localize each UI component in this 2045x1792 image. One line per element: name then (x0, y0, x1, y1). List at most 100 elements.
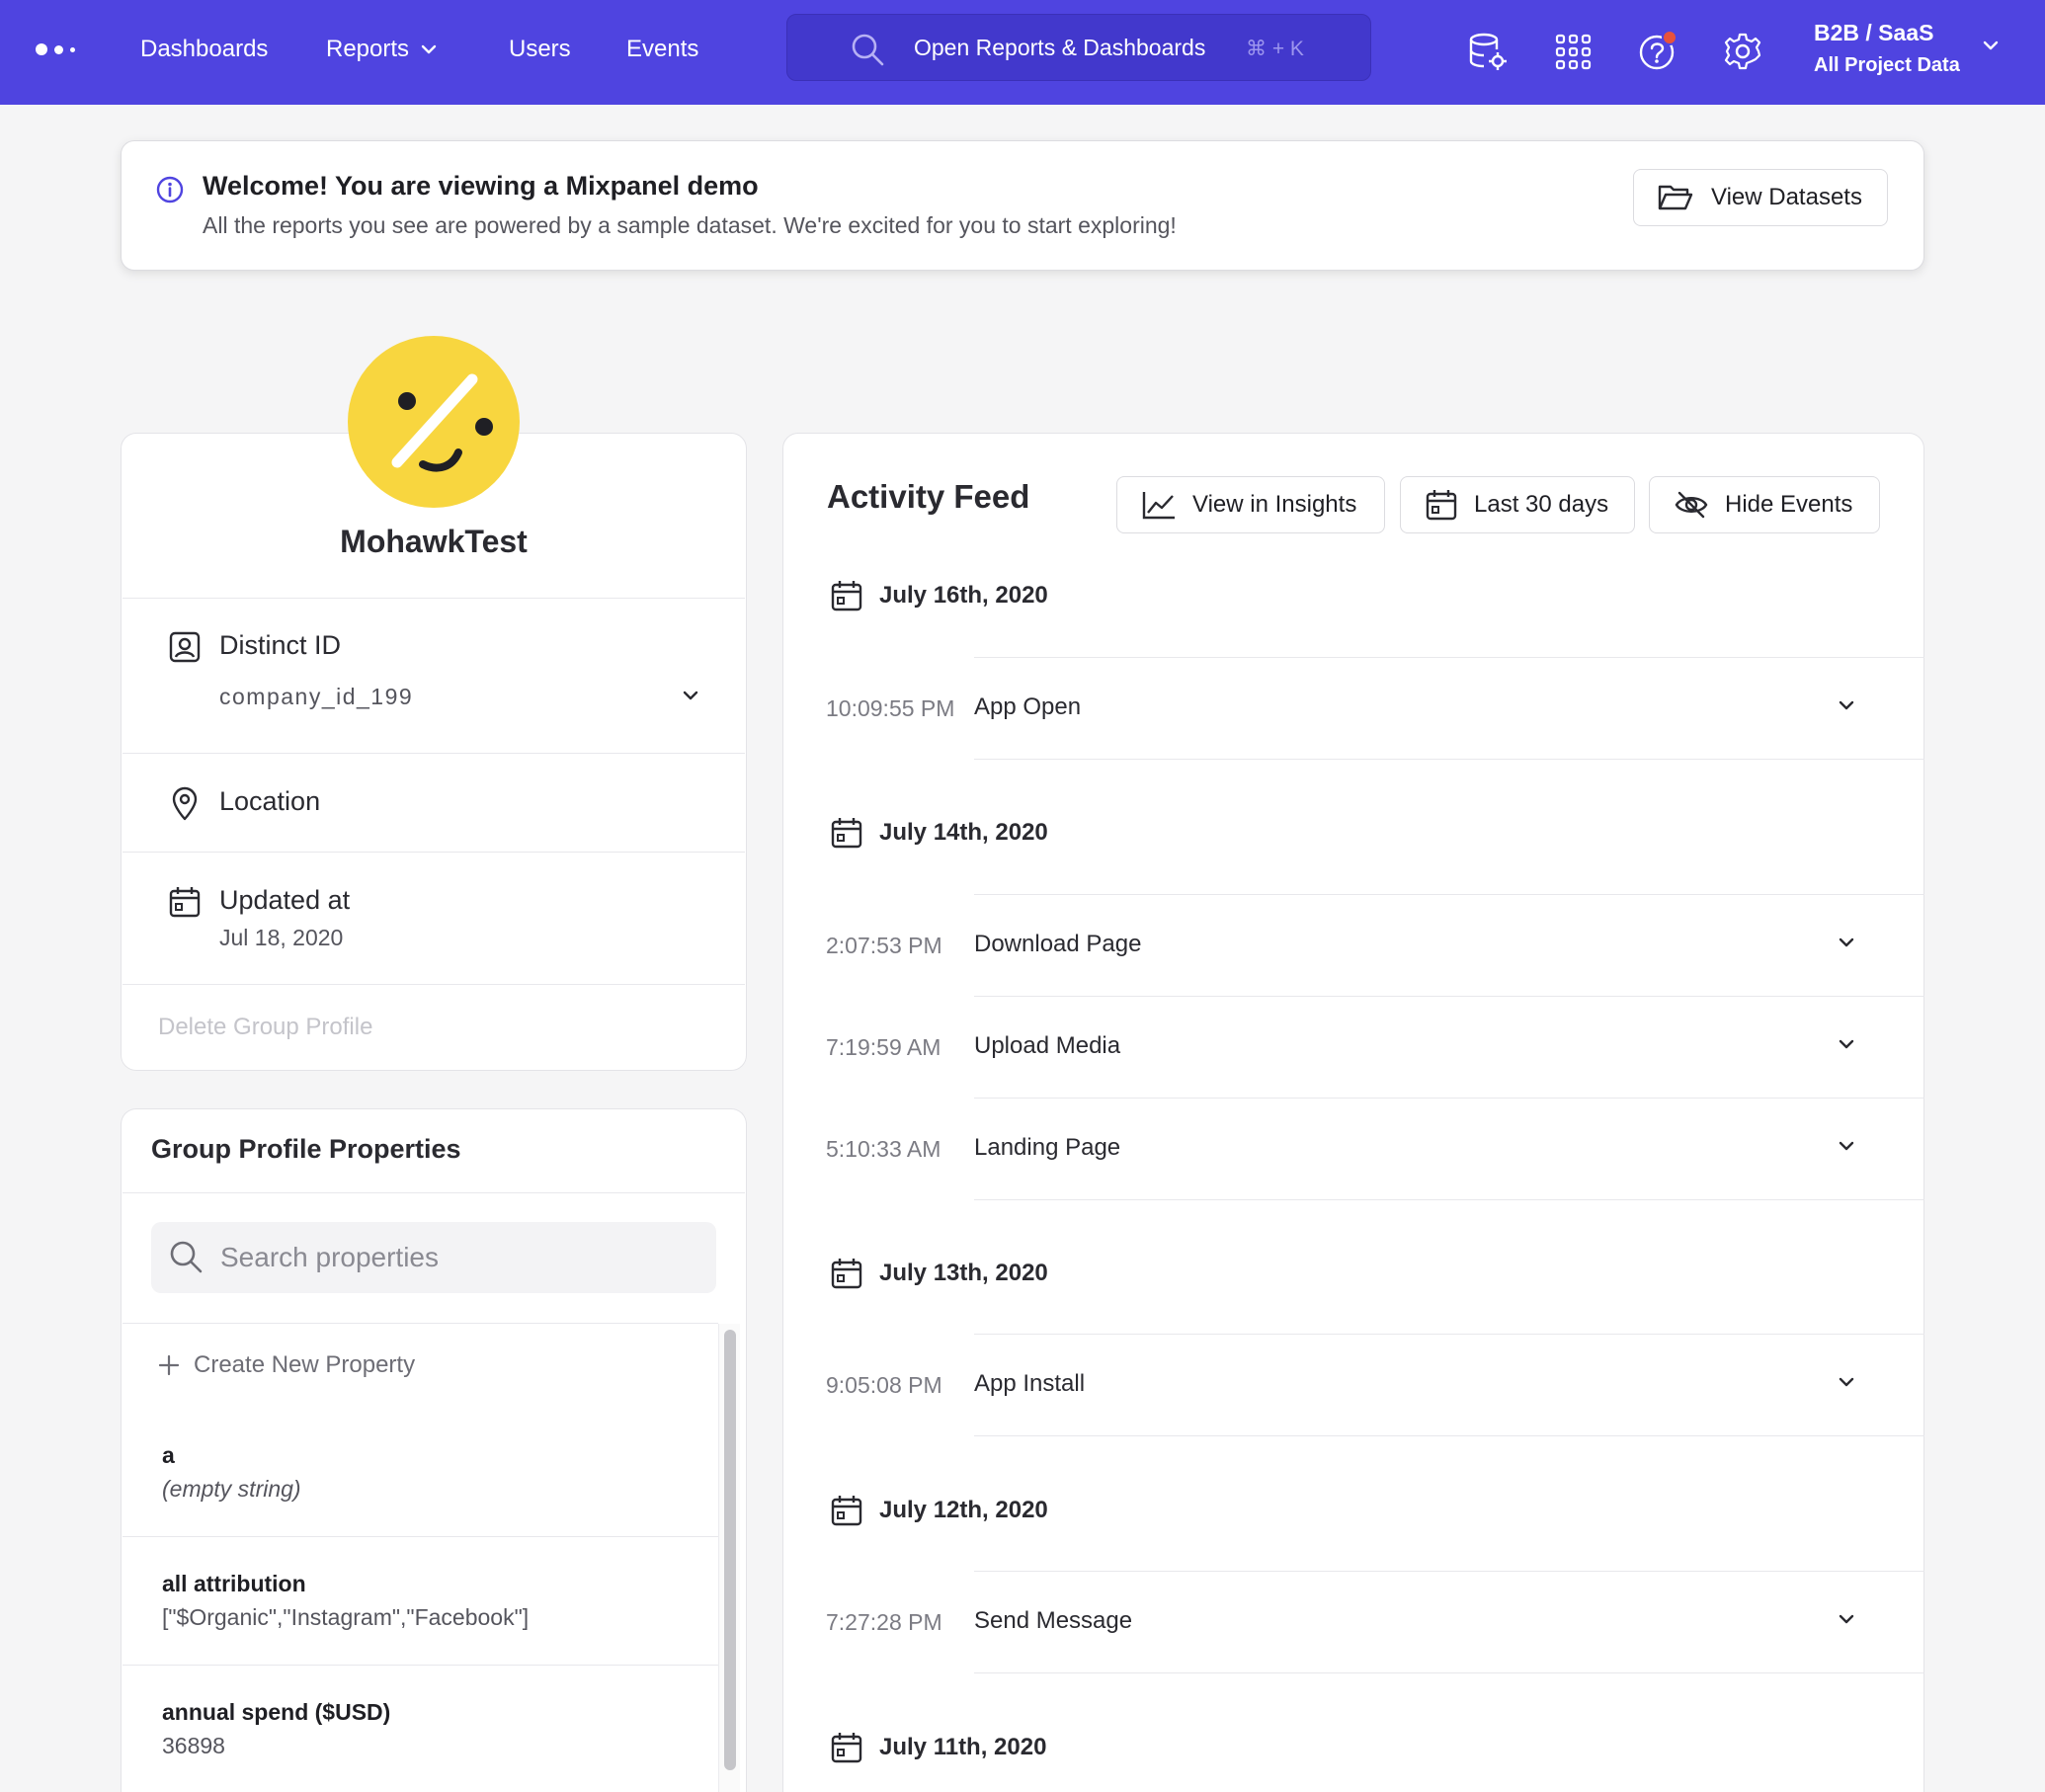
event-row[interactable]: 10:09:55 PM App Open (826, 680, 1924, 739)
chevron-down-icon[interactable] (1838, 699, 1855, 711)
eye-off-icon (1675, 491, 1708, 519)
activity-feed-card (782, 433, 1924, 1792)
top-navigation-bar: Dashboards Reports Users Events Open Rep… (0, 0, 2045, 105)
event-time: 9:05:08 PM (826, 1372, 942, 1398)
event-row[interactable]: 5:10:33 AM Landing Page (826, 1120, 1924, 1180)
calendar-icon (831, 1733, 862, 1763)
properties-title: Group Profile Properties (151, 1134, 461, 1164)
calendar-icon (831, 818, 862, 849)
banner-title: Welcome! You are viewing a Mixpanel demo (203, 171, 759, 201)
chevron-down-icon[interactable] (1838, 1140, 1855, 1152)
divider (123, 984, 745, 985)
event-name: Download Page (974, 931, 1142, 957)
line-chart-icon (1142, 492, 1175, 520)
user-id-icon (169, 631, 201, 663)
event-time: 7:19:59 AM (826, 1034, 941, 1060)
date-range-label: Last 30 days (1474, 491, 1609, 518)
event-time: 2:07:53 PM (826, 933, 942, 958)
delete-group-profile-button[interactable]: Delete Group Profile (158, 1014, 372, 1041)
event-name: Send Message (974, 1607, 1133, 1634)
divider (974, 1435, 1924, 1436)
search-properties-input[interactable] (151, 1222, 716, 1293)
date-range-button[interactable]: Last 30 days (1400, 476, 1635, 533)
divider (974, 894, 1924, 895)
divider (974, 1571, 1924, 1572)
event-time: 10:09:55 PM (826, 695, 955, 721)
divider (974, 1672, 1924, 1673)
group-profile-properties-card (121, 1108, 747, 1792)
updated-at-label: Updated at (219, 885, 351, 915)
help-icon[interactable] (1636, 30, 1679, 73)
event-row[interactable]: 2:07:53 PM Download Page (826, 917, 1924, 976)
chevron-down-icon[interactable] (682, 690, 699, 701)
chevron-down-icon[interactable] (1982, 40, 2000, 51)
chevron-down-icon[interactable] (1838, 1613, 1855, 1625)
property-name: a (162, 1442, 175, 1468)
event-row[interactable]: 9:05:08 PM App Install (826, 1356, 1924, 1416)
nav-events[interactable]: Events (626, 36, 698, 63)
divider (123, 1192, 745, 1193)
apps-grid-icon[interactable] (1551, 30, 1595, 73)
create-new-property-label: Create New Property (194, 1351, 416, 1378)
property-name: annual spend ($USD) (162, 1699, 391, 1725)
divider (123, 852, 745, 853)
nav-events-label: Events (626, 36, 699, 62)
divider (123, 753, 745, 754)
gear-icon[interactable] (1721, 30, 1764, 73)
nav-reports-label: Reports (326, 36, 410, 62)
feed-date-header: July 16th, 2020 (830, 579, 1048, 612)
feed-date-label: July 13th, 2020 (879, 1260, 1048, 1286)
divider (123, 1536, 718, 1537)
event-name: Upload Media (974, 1032, 1121, 1059)
demo-welcome-banner: Welcome! You are viewing a Mixpanel demo… (121, 140, 1924, 271)
view-datasets-button[interactable]: View Datasets (1633, 169, 1888, 226)
divider (974, 1098, 1924, 1099)
divider (974, 1334, 1924, 1335)
divider (974, 996, 1924, 997)
event-row[interactable]: 7:27:28 PM Send Message (826, 1593, 1924, 1653)
banner-subtitle: All the reports you see are powered by a… (203, 212, 1177, 238)
divider (123, 598, 745, 599)
feed-date-label: July 11th, 2020 (879, 1734, 1047, 1760)
event-name: Landing Page (974, 1134, 1121, 1161)
property-name: all attribution (162, 1571, 306, 1596)
updated-at-value: Jul 18, 2020 (219, 925, 344, 950)
calendar-icon (831, 1259, 862, 1289)
distinct-id-value: company_id_199 (219, 684, 414, 709)
event-row[interactable]: 7:19:59 AM Upload Media (826, 1018, 1924, 1078)
global-search-button[interactable]: Open Reports & Dashboards ⌘ + K (786, 14, 1371, 81)
search-shortcut-hint: ⌘ + K (1246, 38, 1304, 60)
chevron-down-icon (421, 44, 437, 54)
chevron-down-icon[interactable] (1838, 937, 1855, 948)
chevron-down-icon[interactable] (1838, 1376, 1855, 1388)
calendar-icon (1426, 490, 1457, 521)
calendar-icon (169, 887, 201, 918)
project-selector[interactable]: B2B / SaaS All Project Data (1814, 20, 1960, 77)
location-label: Location (219, 786, 321, 816)
create-new-property-button[interactable]: Create New Property (158, 1351, 415, 1379)
scrollbar-thumb[interactable] (724, 1330, 736, 1770)
nav-dashboards[interactable]: Dashboards (140, 36, 268, 63)
feed-date-label: July 16th, 2020 (879, 582, 1048, 609)
view-in-insights-label: View in Insights (1192, 491, 1357, 518)
event-time: 5:10:33 AM (826, 1136, 941, 1162)
nav-reports[interactable]: Reports (326, 36, 437, 63)
divider (974, 1199, 1924, 1200)
info-icon (156, 176, 184, 204)
divider (974, 759, 1924, 760)
calendar-icon (831, 1496, 862, 1526)
view-in-insights-button[interactable]: View in Insights (1116, 476, 1385, 533)
feed-date-label: July 14th, 2020 (879, 819, 1048, 846)
mixpanel-logo-icon[interactable] (36, 43, 75, 55)
database-settings-icon[interactable] (1466, 30, 1510, 73)
feed-date-header: July 12th, 2020 (830, 1494, 1048, 1527)
nav-users[interactable]: Users (509, 36, 571, 63)
project-name: B2B / SaaS (1814, 20, 1934, 45)
calendar-icon (831, 581, 862, 611)
project-scope: All Project Data (1814, 54, 1960, 76)
avatar-face-icon (391, 373, 493, 472)
hide-events-button[interactable]: Hide Events (1649, 476, 1880, 533)
nav-users-label: Users (509, 36, 571, 62)
chevron-down-icon[interactable] (1838, 1038, 1855, 1050)
plus-icon (158, 1354, 180, 1376)
